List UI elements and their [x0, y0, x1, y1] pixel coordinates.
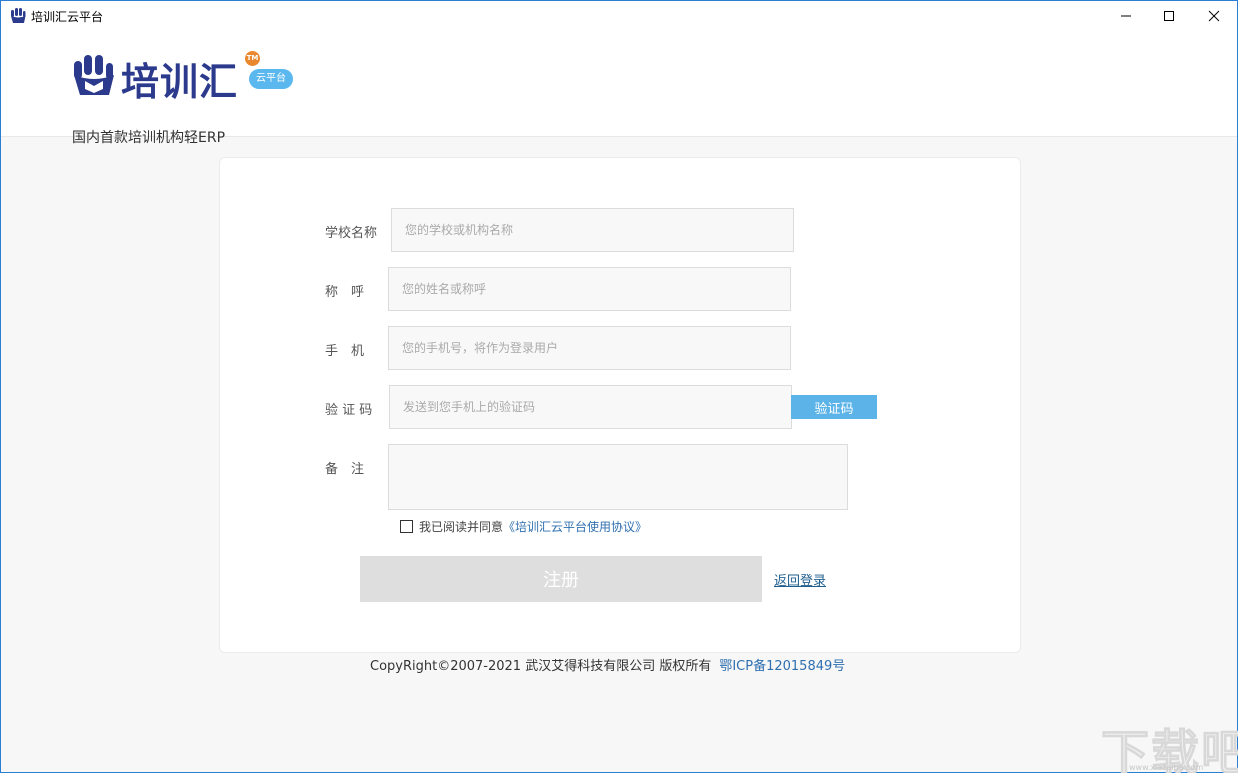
- minimize-button[interactable]: [1103, 1, 1149, 31]
- back-to-login-link[interactable]: 返回登录: [774, 570, 826, 589]
- logo-wordmark: 培训汇: [121, 60, 239, 104]
- copyright-text: CopyRight©2007-2021 武汉艾得科技有限公司 版权所有: [370, 659, 712, 674]
- footer: CopyRight©2007-2021 武汉艾得科技有限公司 版权所有 鄂ICP备…: [370, 655, 845, 674]
- send-code-button[interactable]: 验证码: [791, 395, 877, 419]
- agreement-checkbox[interactable]: [400, 520, 413, 533]
- agreement-text: 我已阅读并同意: [419, 520, 504, 534]
- register-button[interactable]: 注册: [360, 556, 762, 602]
- remark-textarea[interactable]: [388, 444, 848, 510]
- maximize-button[interactable]: [1146, 1, 1192, 31]
- brand-logo: 培训汇 TM 云平台 国内首款培训机构轻ERP: [71, 49, 301, 146]
- watermark-url: www.xiazaiba.com: [1129, 763, 1204, 772]
- phone-input[interactable]: [388, 326, 791, 370]
- code-label: 验 证 码: [325, 403, 373, 418]
- name-input[interactable]: [388, 267, 791, 311]
- close-icon: [1208, 7, 1220, 26]
- hand-logo-icon: [71, 53, 117, 97]
- name-label: 称 呼: [325, 285, 365, 300]
- icp-link[interactable]: 鄂ICP备12015849号: [719, 659, 845, 674]
- school-label: 学校名称: [325, 226, 378, 241]
- school-input[interactable]: [391, 208, 794, 252]
- cloud-platform-badge: 云平台: [249, 69, 293, 89]
- remark-label: 备 注: [325, 462, 365, 477]
- title-bar: 培训汇云平台: [1, 1, 1237, 31]
- trademark-badge: TM: [245, 51, 260, 66]
- register-card: 学校名称 称 呼 手 机 验 证 码 验证码 备 注 我已阅读并同意 《培训汇云…: [219, 157, 1021, 653]
- agreement-link[interactable]: 《培训汇云平台使用协议》: [503, 518, 647, 535]
- maximize-icon: [1163, 7, 1175, 26]
- window-title: 培训汇云平台: [31, 10, 104, 24]
- minimize-icon: [1120, 7, 1132, 26]
- hand-logo-icon: [9, 7, 27, 25]
- verification-code-input[interactable]: [389, 385, 792, 429]
- slogan: 国内首款培训机构轻ERP: [72, 130, 226, 146]
- phone-label: 手 机: [325, 344, 365, 359]
- watermark: 下载吧 www.xiazaiba.com: [1100, 713, 1238, 773]
- header: 培训汇 TM 云平台 国内首款培训机构轻ERP: [1, 31, 1237, 146]
- agreement-row: 我已阅读并同意 《培训汇云平台使用协议》: [400, 518, 647, 535]
- close-button[interactable]: [1191, 1, 1237, 31]
